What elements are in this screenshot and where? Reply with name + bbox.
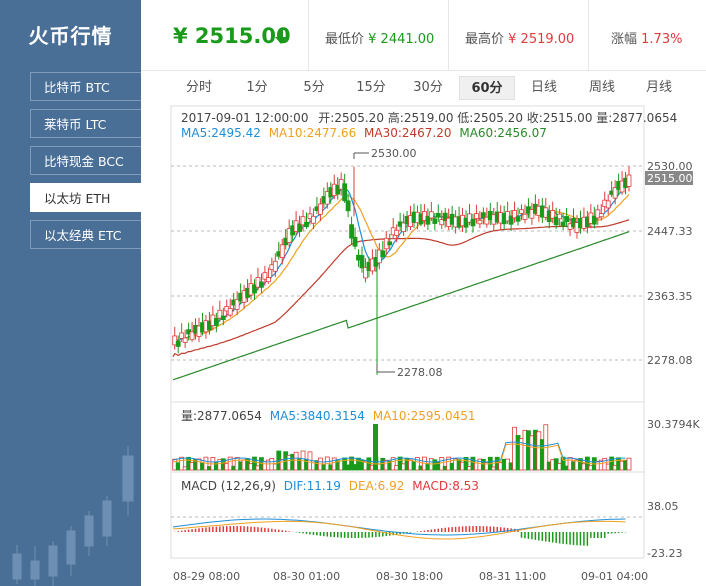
candle-body — [598, 213, 604, 218]
candle-body — [470, 219, 476, 227]
high-label: 最高价 — [465, 32, 505, 47]
candle-body — [182, 337, 188, 343]
current-price: ¥ 2515.00 — [173, 24, 291, 48]
candle-body — [213, 318, 219, 326]
ma30-line — [172, 219, 630, 357]
candle-body — [220, 315, 226, 321]
y-tick-3: 2363.35 — [647, 290, 693, 303]
nav-item-eth[interactable]: 以太坊 ETH — [30, 183, 141, 212]
y-tick-2: 2447.33 — [647, 225, 693, 238]
low-label: 最低价 — [325, 32, 365, 47]
ma5-line — [172, 183, 630, 343]
tab-weekly[interactable]: 周线 — [582, 76, 622, 100]
candle-body — [560, 221, 566, 227]
candle-body — [311, 215, 316, 224]
candle-body — [515, 216, 521, 222]
ma60-line — [172, 231, 630, 381]
x-tick-2: 08-30 01:00 — [273, 570, 340, 583]
tab-daily[interactable]: 日线 — [524, 76, 564, 100]
tab-monthly[interactable]: 月线 — [639, 76, 679, 100]
ma-legend: MA5:2495.42 MA10:2477.66 MA30:2467.20 MA… — [181, 126, 547, 140]
candle-body — [227, 308, 233, 316]
candle-body — [317, 203, 323, 215]
candle-body — [304, 221, 309, 228]
y-tick-4: 2278.08 — [647, 354, 693, 367]
ma60-path — [172, 231, 630, 381]
tab-60min[interactable]: 60分 — [459, 76, 515, 100]
brand-title: 火币行情 — [28, 24, 113, 48]
candle-body — [259, 281, 264, 288]
ma30-path — [172, 219, 630, 357]
candle-body — [557, 213, 563, 220]
volume-y-tick: 30.3794K — [647, 418, 700, 431]
tab-30min[interactable]: 30分 — [408, 76, 448, 100]
period-tabs: 分时 1分 5分 15分 30分 60分 日线 周线 月线 — [141, 76, 706, 100]
volume-bars — [172, 424, 632, 471]
tab-timeline[interactable]: 分时 — [179, 76, 219, 100]
candle-body — [605, 200, 611, 209]
tab-1min[interactable]: 1分 — [237, 76, 277, 100]
price-cell: ¥ 2515.00 — [141, 0, 309, 70]
change-value: 1.73% — [641, 32, 683, 47]
x-tick-5: 09-01 04:00 — [581, 570, 648, 583]
x-tick-4: 08-31 11:00 — [479, 570, 546, 583]
candle-body — [522, 213, 528, 220]
candle-body — [359, 255, 365, 269]
ticker-bar: ¥ 2515.00 最低价 ¥ 2441.00 最高价 ¥ 2519.00 涨幅… — [141, 0, 706, 71]
macd-y-tick-bottom: -23.23 — [647, 547, 682, 560]
nav-item-etc[interactable]: 以太经典 ETC — [30, 220, 141, 249]
candle-body — [477, 219, 483, 225]
macd-legend: MACD (12,26,9) DIF:11.19 DEA:6.92 MACD:8… — [181, 479, 479, 493]
macd-series — [172, 518, 630, 546]
min-annotation: 2278.08 — [397, 366, 443, 379]
x-tick-1: 08-29 08:00 — [173, 570, 240, 583]
candle-body — [279, 244, 285, 258]
change-cell: 涨幅 1.73% — [588, 0, 706, 70]
candle-body — [394, 229, 400, 236]
coin-nav: 比特币 BTC 莱特币 LTC 比特现金 BCC 以太坊 ETH 以太经典 ET… — [30, 72, 141, 257]
candle-body — [432, 218, 438, 224]
nav-item-btc[interactable]: 比特币 BTC — [30, 72, 141, 101]
candlesticks — [172, 166, 632, 375]
candle-body — [519, 209, 524, 214]
candle-body — [342, 183, 348, 202]
tab-5min[interactable]: 5分 — [294, 76, 334, 100]
candle-body — [175, 340, 181, 347]
candle-body — [345, 200, 351, 212]
kline-chart[interactable]: 2017-09-01 12:00:00 开:2505.20 高:2519.00 … — [141, 102, 706, 586]
candle-body — [435, 212, 441, 218]
macd-y-tick-top: 38.05 — [647, 500, 679, 513]
candle-body — [380, 250, 386, 258]
high-cell: 最高价 ¥ 2519.00 — [448, 0, 589, 70]
candle-body — [349, 224, 354, 239]
low-cell: 最低价 ¥ 2441.00 — [308, 0, 449, 70]
max-annotation: 2530.00 — [371, 147, 417, 160]
x-tick-3: 08-30 18:00 — [376, 570, 443, 583]
high-value: ¥ 2519.00 — [508, 32, 575, 47]
volume-bar — [373, 424, 378, 470]
nav-item-bcc[interactable]: 比特现金 BCC — [30, 146, 141, 175]
candle-body — [352, 236, 358, 247]
change-label: 涨幅 — [611, 32, 638, 47]
candle-body — [428, 211, 434, 219]
decorative-candles-graphic — [12, 446, 134, 586]
candle-body — [626, 174, 632, 187]
candle-body — [387, 241, 393, 246]
volume-legend: 量:2877.0654 MA5:3840.3154 MA10:2595.0451 — [181, 409, 476, 423]
candle-body — [564, 216, 569, 223]
ma5-path — [172, 183, 630, 343]
arrow-down-icon — [275, 30, 287, 44]
candle-body — [401, 222, 407, 232]
candle-body — [480, 212, 486, 218]
candle-body — [272, 260, 278, 272]
sidebar: 火币行情 比特币 BTC 莱特币 LTC 比特现金 BCC 以太坊 ETH 以太… — [0, 0, 141, 586]
nav-item-ltc[interactable]: 莱特币 LTC — [30, 109, 141, 138]
volume-bar — [626, 457, 632, 471]
info-line: 2017-09-01 12:00:00 开:2505.20 高:2519.00 … — [181, 110, 677, 125]
candle-body — [265, 277, 271, 283]
low-value: ¥ 2441.00 — [368, 32, 435, 47]
candle-body — [474, 213, 479, 220]
tab-15min[interactable]: 15分 — [351, 76, 391, 100]
current-price-tag: 2515.00 — [647, 172, 693, 185]
